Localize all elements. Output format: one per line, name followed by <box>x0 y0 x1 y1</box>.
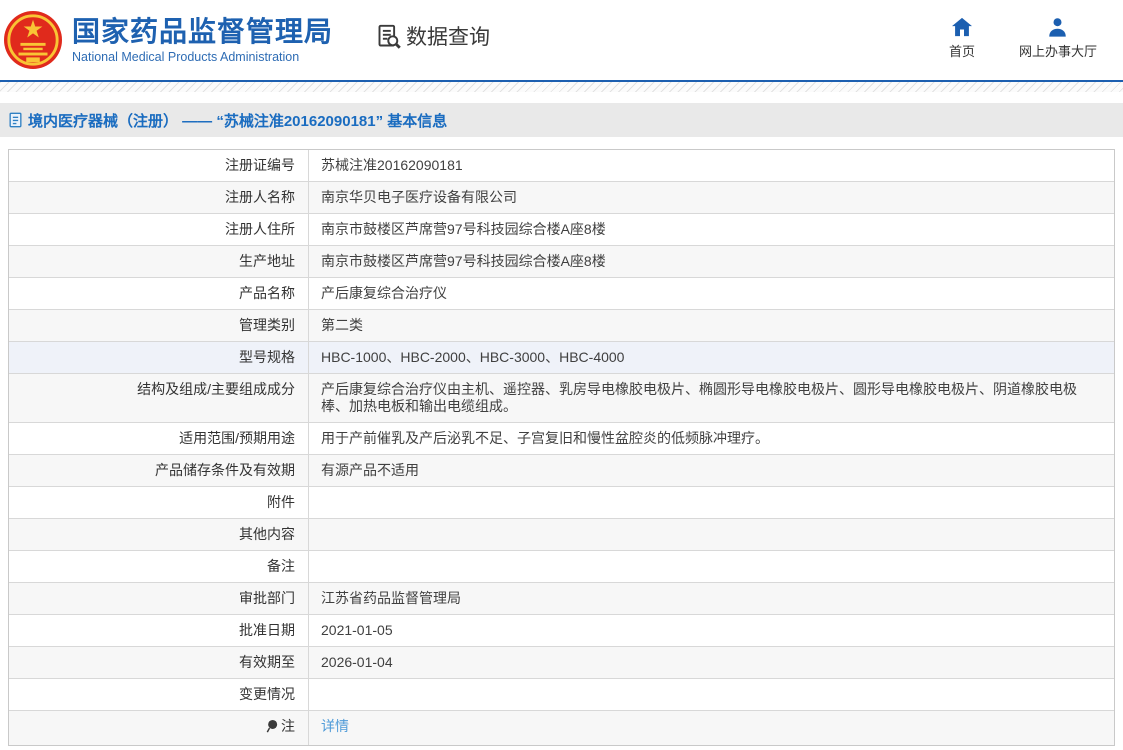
row-label: 生产地址 <box>9 246 309 277</box>
row-label: 审批部门 <box>9 583 309 614</box>
table-row: 备注 <box>9 551 1114 583</box>
detail-link[interactable]: 详情 <box>321 718 349 734</box>
row-label: 产品名称 <box>9 278 309 309</box>
table-row: 注册人住所 南京市鼓楼区芦席营97号科技园综合楼A座8楼 <box>9 214 1114 246</box>
table-row: 批准日期 2021-01-05 <box>9 615 1114 647</box>
table-row-hovered: 型号规格 HBC-1000、HBC-2000、HBC-3000、HBC-4000 <box>9 342 1114 374</box>
table-row: 注册人名称 南京华贝电子医疗设备有限公司 <box>9 182 1114 214</box>
row-value: 产后康复综合治疗仪 <box>321 285 447 301</box>
data-query-label: 数据查询 <box>406 26 491 49</box>
row-value: 有源产品不适用 <box>321 462 419 478</box>
header-nav: 首页 网上办事大厅 <box>949 17 1097 60</box>
table-row: 审批部门 江苏省药品监督管理局 <box>9 583 1114 615</box>
row-value: 第二类 <box>321 317 363 333</box>
row-value: 2026-01-04 <box>321 654 393 670</box>
nav-home[interactable]: 首页 <box>949 17 975 60</box>
row-value: 南京市鼓楼区芦席营97号科技园综合楼A座8楼 <box>321 221 606 237</box>
row-value: HBC-1000、HBC-2000、HBC-3000、HBC-4000 <box>321 349 625 365</box>
table-row: 管理类别 第二类 <box>9 310 1114 342</box>
row-value: 产后康复综合治疗仪由主机、遥控器、乳房导电橡胶电极片、椭圆形导电橡胶电极片、圆形… <box>321 381 1077 414</box>
note-pin-icon <box>266 719 278 733</box>
row-value: 详情 <box>309 711 1114 745</box>
row-label: 有效期至 <box>9 647 309 678</box>
row-value <box>309 551 1114 582</box>
national-emblem-icon <box>4 11 62 69</box>
row-label: 变更情况 <box>9 679 309 710</box>
row-value: 南京市鼓楼区芦席营97号科技园综合楼A座8楼 <box>321 253 606 269</box>
row-value <box>309 519 1114 550</box>
row-label: 产品储存条件及有效期 <box>9 455 309 486</box>
row-label: 备注 <box>9 551 309 582</box>
row-label: 注册证编号 <box>9 150 309 181</box>
table-row: 附件 <box>9 487 1114 519</box>
row-value: 2021-01-05 <box>321 622 393 638</box>
row-value: 用于产前催乳及产后泌乳不足、子宫复旧和慢性盆腔炎的低频脉冲理疗。 <box>321 430 769 446</box>
row-label: 适用范围/预期用途 <box>9 423 309 454</box>
row-label: 批准日期 <box>9 615 309 646</box>
document-search-icon <box>378 24 401 49</box>
table-row: 变更情况 <box>9 679 1114 711</box>
row-value: 南京华贝电子医疗设备有限公司 <box>321 189 517 205</box>
row-label: 注册人名称 <box>9 182 309 213</box>
nav-online-hall[interactable]: 网上办事大厅 <box>1019 17 1097 60</box>
nav-home-label: 首页 <box>948 43 975 59</box>
table-row: 产品名称 产后康复综合治疗仪 <box>9 278 1114 310</box>
brand-text: 国家药品监督管理局 National Medical Products Admi… <box>72 15 334 64</box>
row-value: 江苏省药品监督管理局 <box>321 590 461 606</box>
row-label: 其他内容 <box>9 519 309 550</box>
row-label: 管理类别 <box>9 310 309 341</box>
breadcrumb-bar: 境内医疗器械（注册） —— “苏械注准20162090181” 基本信息 <box>0 103 1123 137</box>
registration-info-table: 注册证编号 苏械注准20162090181 注册人名称 南京华贝电子医疗设备有限… <box>8 149 1115 746</box>
page-header: 国家药品监督管理局 National Medical Products Admi… <box>0 0 1123 82</box>
table-row: 产品储存条件及有效期 有源产品不适用 <box>9 455 1114 487</box>
user-icon <box>1049 17 1067 37</box>
hatched-divider <box>0 82 1123 92</box>
page-title: 境内医疗器械（注册） —— “苏械注准20162090181” 基本信息 <box>28 112 448 130</box>
nmpa-logo[interactable]: 国家药品监督管理局 National Medical Products Admi… <box>4 11 333 69</box>
table-row-note: 注 详情 <box>9 711 1114 745</box>
table-row: 其他内容 <box>9 519 1114 551</box>
brand-title: 国家药品监督管理局 <box>72 15 334 47</box>
row-label: 结构及组成/主要组成成分 <box>9 374 309 422</box>
table-row: 注册证编号 苏械注准20162090181 <box>9 150 1114 182</box>
table-row: 适用范围/预期用途 用于产前催乳及产后泌乳不足、子宫复旧和慢性盆腔炎的低频脉冲理… <box>9 423 1114 455</box>
data-query-section[interactable]: 数据查询 <box>375 21 490 51</box>
table-row: 生产地址 南京市鼓楼区芦席营97号科技园综合楼A座8楼 <box>9 246 1114 278</box>
nav-online-hall-label: 网上办事大厅 <box>1018 43 1097 59</box>
row-label: 型号规格 <box>9 342 309 373</box>
home-icon <box>951 17 972 36</box>
row-label: 附件 <box>9 487 309 518</box>
document-icon <box>9 112 22 128</box>
row-value <box>309 679 1114 710</box>
table-row: 结构及组成/主要组成成分 产后康复综合治疗仪由主机、遥控器、乳房导电橡胶电极片、… <box>9 374 1114 423</box>
note-label: 注 <box>281 718 295 734</box>
row-label: 注册人住所 <box>9 214 309 245</box>
row-label: 注 <box>9 711 309 745</box>
brand-subtitle: National Medical Products Administration <box>72 49 300 64</box>
row-value <box>309 487 1114 518</box>
table-row: 有效期至 2026-01-04 <box>9 647 1114 679</box>
row-value: 苏械注准20162090181 <box>321 157 463 173</box>
